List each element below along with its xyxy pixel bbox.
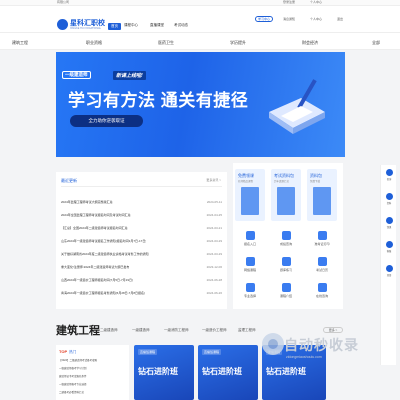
banner-tag-new: 新课上线啦! xyxy=(113,71,146,80)
category-qualification[interactable]: 职业资格 xyxy=(86,40,102,46)
news-row[interactable]: 山西2024年一级造价工程师报名时间(7月5日-7月19日) 2024-06-28 xyxy=(61,278,222,285)
list-item[interactable]: 建造师证书考试报名条件 xyxy=(59,374,87,378)
course-card[interactable]: 直播班课程 钻石进阶班 xyxy=(198,345,258,400)
news-row[interactable]: 山东2024年一级建造师考试报名工作通知(报名时间3月7日-17日) 2024-0… xyxy=(61,239,222,246)
tab-fire-engineer[interactable]: 一级消防工程师 xyxy=(164,328,189,333)
news-panel: 最近更新 更多资讯 > 2024年监理工程师考试大纲完整版汇总 2024-05-1… xyxy=(56,172,227,309)
category-medical[interactable]: 医药卫生 xyxy=(158,40,174,46)
category-all[interactable]: 全部 xyxy=(372,40,380,46)
service-item[interactable]: 网络课程 xyxy=(235,257,265,281)
course-card[interactable]: 直播班课程 钻石进阶班 xyxy=(134,345,194,400)
chat-icon xyxy=(385,169,393,176)
banner-headline: 学习有方法 通关有捷径 xyxy=(68,91,249,110)
news-divider xyxy=(61,186,222,187)
info-icon xyxy=(281,283,291,292)
service-item[interactable]: 成绩查询 xyxy=(271,231,301,255)
service-item[interactable]: 专业选择 xyxy=(235,283,265,307)
service-item[interactable]: 题库练习 xyxy=(271,257,301,281)
study-center-button[interactable]: 学习中心 xyxy=(255,16,274,22)
news-row[interactable]: 关于做好湖南省2024年度二级建造师执业资格考试考务工作的通知 2024-03-2… xyxy=(61,252,222,259)
side-consult[interactable]: 咨询 xyxy=(381,167,397,189)
service-item[interactable]: 报名入口 xyxy=(235,231,265,255)
quiz-icon xyxy=(281,257,291,266)
nav-home[interactable]: 首页 xyxy=(108,23,121,30)
hot-list-head: TOP 热门 xyxy=(59,349,77,354)
service-item[interactable]: 在线咨询 xyxy=(307,283,337,307)
headset-icon xyxy=(385,241,393,248)
site-header: 星科汇职校 XINGKE HUI VOCATIONAL 首页 课程中心 直播课堂… xyxy=(0,6,400,32)
arrow-up-icon xyxy=(385,265,393,272)
news-row[interactable]: 2024年全国监理工程师考试报名时间及考试时间汇总 2024-04-25 xyxy=(61,213,222,220)
book-icon xyxy=(277,187,295,215)
news-row[interactable]: 【汇总】全国2024年二级建造师考试报名时间汇总 2024-03-21 xyxy=(61,226,222,233)
service-item[interactable]: 考试日历 xyxy=(307,257,337,281)
login-link[interactable]: 登录注册 xyxy=(283,0,295,4)
chat-icon xyxy=(317,283,327,292)
free-course-card[interactable]: 免费领课 名师精品课程 xyxy=(235,169,265,221)
logo-subtitle: XINGKE HUI VOCATIONAL xyxy=(70,27,102,30)
hot-list: TOP 热门 【2024】二级建造师考试备考攻略 一级建造师备考学习计划 建造师证… xyxy=(56,345,129,400)
materials-card[interactable]: 资料包 免费下载 xyxy=(307,169,337,221)
news-more-link[interactable]: 更多资讯 > xyxy=(206,178,221,182)
ticket-icon xyxy=(317,231,327,240)
account-link[interactable]: 个人中心 xyxy=(310,17,322,21)
list-item[interactable]: 一级建造师备考学习计划 xyxy=(59,366,87,370)
exam-pack-card[interactable]: 考试资料包 历年真题汇总 xyxy=(271,169,301,221)
site-logo[interactable]: 星科汇职校 XINGKE HUI VOCATIONAL xyxy=(57,18,105,32)
side-free-course[interactable]: 领课 xyxy=(381,215,397,237)
news-row[interactable]: 2024年监理工程师考试大纲完整版汇总 2024-05-11 xyxy=(61,200,222,207)
nav-live[interactable]: 直播课堂 xyxy=(150,23,164,28)
gift-icon xyxy=(385,217,393,224)
video-icon xyxy=(245,257,255,266)
calendar-icon xyxy=(317,257,327,266)
list-item[interactable]: 一级建造师报考专业选择 xyxy=(59,382,87,386)
banner-cta-button[interactable]: 全力助你逆袭取证 xyxy=(70,115,143,127)
service-item[interactable]: 准考证打印 xyxy=(307,231,337,255)
tab-cost-engineer[interactable]: 一级造价工程师 xyxy=(202,328,227,333)
category-construction[interactable]: 建筑工程 xyxy=(12,40,28,46)
service-item[interactable]: 课程介绍 xyxy=(271,283,301,307)
logout-link[interactable]: 退出 xyxy=(337,17,343,21)
book-icon xyxy=(313,187,331,215)
book-illustration-icon xyxy=(269,79,325,134)
tab-second-constructor[interactable]: 二级建造师 xyxy=(100,328,118,333)
major-icon xyxy=(245,283,255,292)
category-degree[interactable]: 学历提升 xyxy=(230,40,246,46)
file-icon xyxy=(385,193,393,200)
news-title: 最近更新 xyxy=(61,178,77,183)
watermark: 自动秒收录 zidongmiaoshoulu.com xyxy=(262,331,382,371)
side-service[interactable]: 客服 xyxy=(381,239,397,261)
watermark-subtext: zidongmiaoshoulu.com xyxy=(286,355,322,359)
hero-banner[interactable]: 一级建造师 新课上线啦! 学习有方法 通关有捷径 全力助你逆袭取证 xyxy=(56,52,345,157)
tab-first-constructor[interactable]: 一级建造师 xyxy=(132,328,150,333)
banner-tag-course: 一级建造师 xyxy=(62,71,91,79)
nav-courses[interactable]: 课程中心 xyxy=(124,23,138,28)
side-materials[interactable]: 资料 xyxy=(381,191,397,213)
side-back-to-top[interactable]: 顶部 xyxy=(381,263,397,285)
messages-link[interactable]: 消息通知 xyxy=(283,17,295,21)
watermark-logo-icon xyxy=(262,333,284,355)
logo-mark-icon xyxy=(57,19,68,30)
topbar-company: 有限公司 xyxy=(57,0,70,4)
news-row[interactable]: 重大变化!注册师:2024年二级建造师考试大纲已发布 2023-12-06 xyxy=(61,265,222,272)
news-row[interactable]: 青海2024年一级造价工程师报名考务通知(6月28日-7月8日报名) 2024-0… xyxy=(61,291,222,298)
side-tools: 咨询 资料 领课 客服 顶部 xyxy=(380,165,396,365)
services-panel: 免费领课 名师精品课程 考试资料包 历年真题汇总 资料包 免费下载 报名入口 成绩查询… xyxy=(233,163,343,309)
search-score-icon xyxy=(281,231,291,240)
category-finance[interactable]: 财会经济 xyxy=(302,40,318,46)
book-icon xyxy=(241,187,259,215)
section-title: 建筑工程 xyxy=(56,325,100,337)
list-item[interactable]: 【2024】二级建造师考试备考攻略 xyxy=(59,358,97,362)
category-bar: 建筑工程 职业资格 医药卫生 学历提升 财会经济 全部 xyxy=(0,32,400,50)
watermark-text: 自动秒收录 xyxy=(284,337,359,353)
list-item[interactable]: 二建备考必看资料汇总 xyxy=(59,390,84,394)
personal-center-link[interactable]: 个人中心 xyxy=(310,0,322,4)
tab-supervision-engineer[interactable]: 监理工程师 xyxy=(238,328,256,333)
nav-exam-news[interactable]: 考试动态 xyxy=(174,23,188,28)
register-icon xyxy=(245,231,255,240)
